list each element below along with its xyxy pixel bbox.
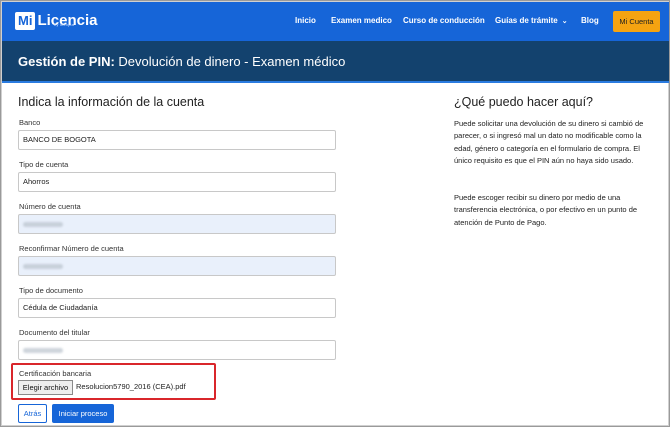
logo-subtitle: by olimpia: [54, 22, 75, 27]
selected-file-name: Resolucion5790_2016 (CEA).pdf: [76, 382, 186, 391]
page-title-rest: Devolución de dinero - Examen médico: [114, 54, 346, 69]
milicencia-logo[interactable]: Mi Licencia: [15, 10, 97, 32]
documento-titular-field[interactable]: [18, 340, 336, 360]
nav-blog[interactable]: Blog: [581, 16, 599, 25]
tipo-documento-field[interactable]: Cédula de Ciudadanía: [18, 298, 336, 318]
back-button[interactable]: Atrás: [18, 404, 47, 423]
chevron-down-icon: ⌄: [561, 18, 568, 25]
nav-guias-tramite[interactable]: Guías de trámite ⌄: [495, 16, 568, 25]
numero-cuenta-label: Número de cuenta: [19, 202, 81, 211]
banco-label: Banco: [19, 118, 41, 127]
top-navbar: Mi Licencia by olimpia Inicio Examen med…: [2, 2, 669, 41]
page-title-bar: Gestión de PIN: Devolución de dinero - E…: [2, 41, 669, 83]
numero-cuenta-field[interactable]: [18, 214, 336, 234]
reconfirmar-cuenta-field[interactable]: [18, 256, 336, 276]
help-heading: ¿Qué puedo hacer aquí?: [454, 95, 593, 109]
redacted-value: [23, 347, 63, 353]
help-paragraph-1: Puede solicitar una devolución de su din…: [454, 119, 644, 165]
nav-curso-conduccion[interactable]: Curso de conducción: [403, 16, 485, 25]
logo-mi-badge: Mi: [15, 12, 36, 30]
reconfirmar-label: Reconfirmar Número de cuenta: [19, 244, 124, 253]
page-title: Gestión de PIN: Devolución de dinero - E…: [18, 54, 345, 69]
nav-examen-medico[interactable]: Examen medico: [331, 16, 392, 25]
redacted-value: [23, 263, 63, 269]
banco-field[interactable]: BANCO DE BOGOTA: [18, 130, 336, 150]
documento-titular-label: Documento del titular: [19, 328, 90, 337]
tipo-cuenta-label: Tipo de cuenta: [19, 160, 69, 169]
page-title-prefix: Gestión de PIN:: [18, 54, 115, 69]
form-heading: Indica la información de la cuenta: [18, 95, 205, 109]
mi-cuenta-button[interactable]: Mi Cuenta: [613, 11, 660, 32]
help-paragraph-2: Puede escoger recibir su dinero por medi…: [454, 193, 638, 227]
nav-guias-label: Guías de trámite: [495, 16, 558, 25]
nav-inicio[interactable]: Inicio: [295, 16, 316, 25]
certificacion-label: Certificación bancaria: [19, 369, 92, 378]
tipo-documento-label: Tipo de documento: [19, 286, 83, 295]
browser-frame: Mi Licencia by olimpia Inicio Examen med…: [0, 0, 670, 427]
tipo-cuenta-field[interactable]: Ahorros: [18, 172, 336, 192]
redacted-value: [23, 221, 63, 227]
start-process-button[interactable]: Iniciar proceso: [52, 404, 114, 423]
choose-file-button[interactable]: Elegir archivo: [18, 380, 73, 395]
